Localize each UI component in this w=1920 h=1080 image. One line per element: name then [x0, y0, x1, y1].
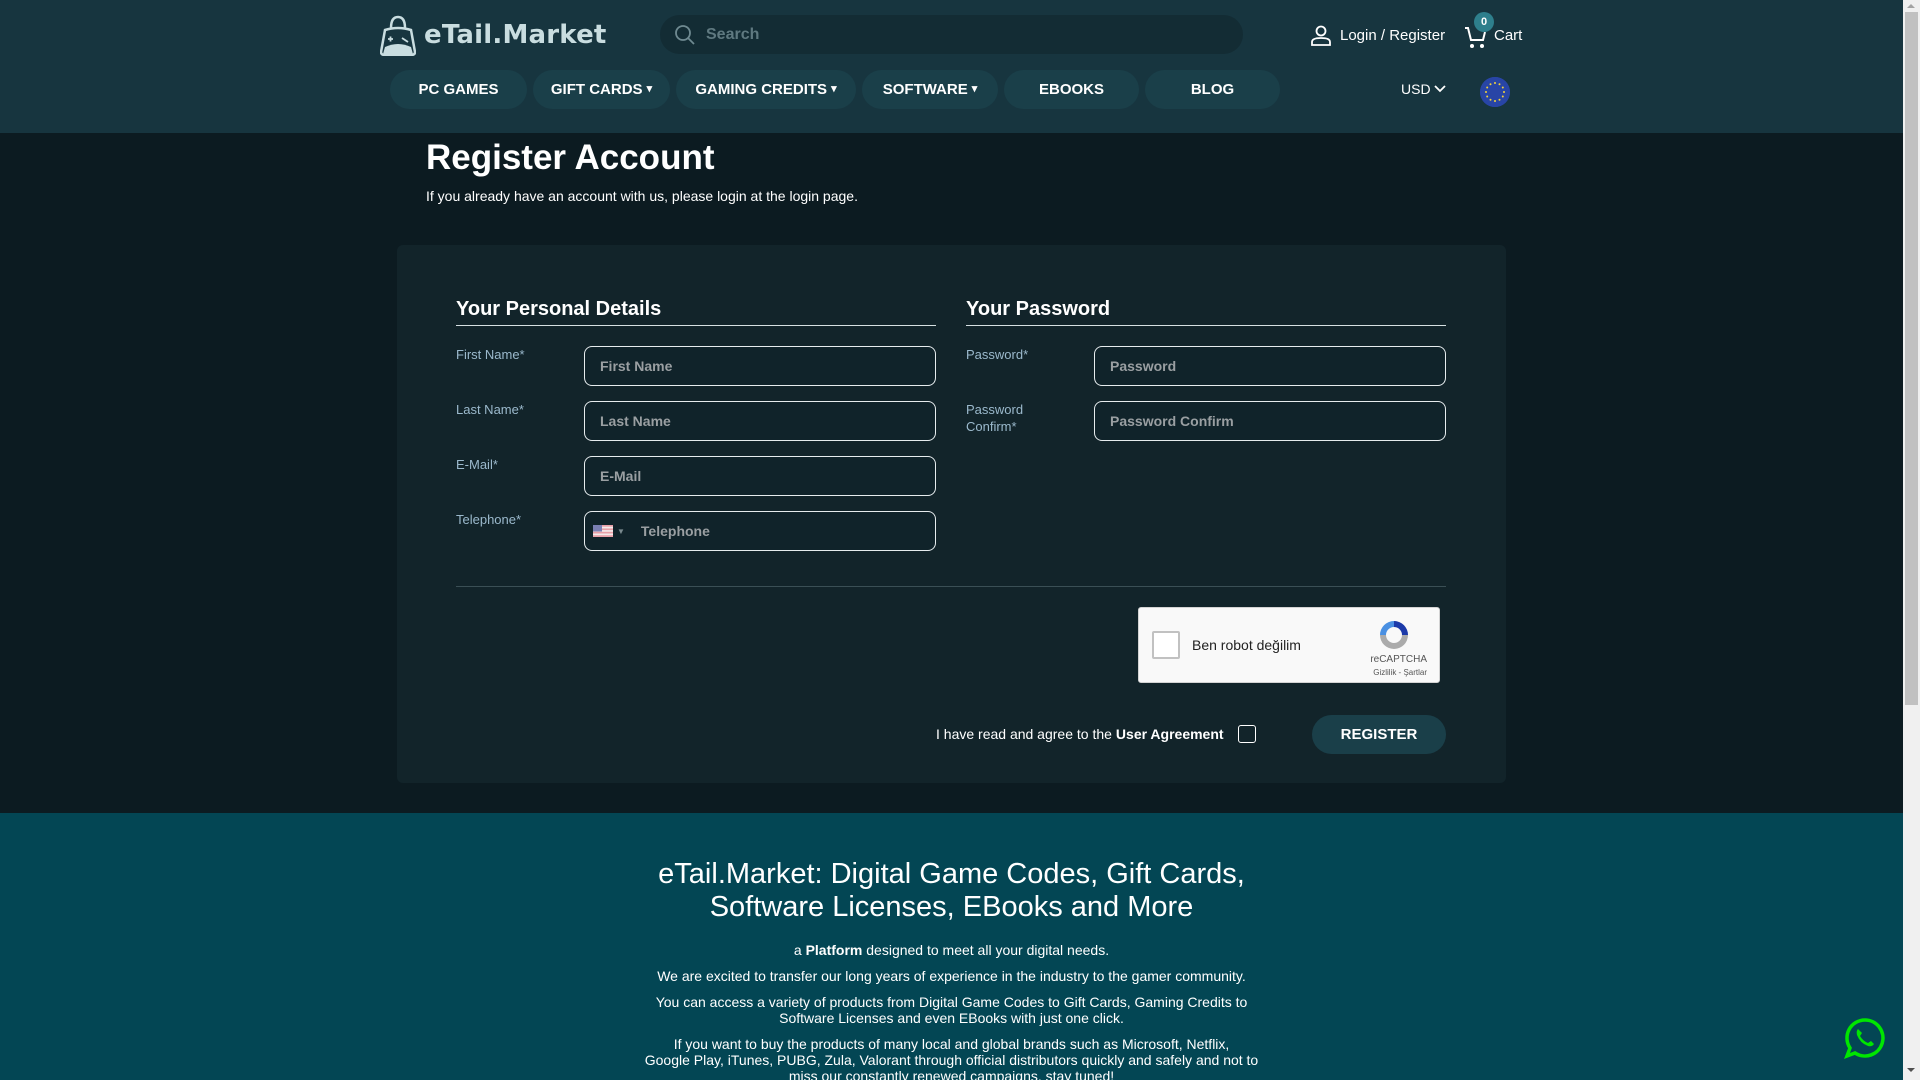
login-register-label: Login / Register	[1340, 26, 1446, 44]
main-nav: PC GAMES GIFT CARDS ▾ GAMING CREDITS ▾ S…	[390, 70, 1280, 109]
whatsapp-icon[interactable]	[1843, 1016, 1887, 1060]
password-confirm-field[interactable]	[1094, 401, 1446, 441]
nav-label: GAMING CREDITS	[695, 81, 828, 98]
last-name-label: Last Name*	[456, 402, 524, 417]
p3-line2: Google Play, iTunes, PUBG, Zula, Valoran…	[644, 1052, 1259, 1068]
user-agreement-link[interactable]: User Agreement	[1116, 726, 1224, 742]
password-confirm-label-line2: Confirm*	[966, 419, 1017, 434]
footer-heading: eTail.Market: Digital Game Codes, Gift C…	[0, 858, 1903, 924]
double-chevron-down-icon: ▾	[646, 83, 653, 95]
page-scrollbar[interactable]	[1903, 0, 1920, 1080]
recaptcha-privacy-terms-links[interactable]: Gizlilik - Şartlar	[1139, 668, 1439, 677]
nav-pc-games[interactable]: PC GAMES	[390, 70, 527, 109]
footer-heading-line2: Software Licenses, EBooks and More	[709, 891, 1194, 923]
telephone-field[interactable]: ▼	[584, 511, 936, 551]
recaptcha-brand: reCAPTCHA	[1370, 654, 1427, 665]
password-confirm-label: Password Confirm*	[966, 401, 1023, 435]
email-input[interactable]	[600, 468, 935, 484]
last-name-field[interactable]	[584, 401, 936, 441]
logo[interactable]: eTail.Market	[380, 14, 607, 56]
nav-software[interactable]: SOFTWARE ▾	[862, 70, 998, 109]
first-name-input[interactable]	[600, 358, 935, 374]
tagline-suffix: designed to meet all your digital needs.	[866, 942, 1110, 958]
caret-down-icon: ▼	[617, 526, 625, 536]
agreement-checkbox[interactable]	[1237, 725, 1256, 743]
cart-label: Cart	[1494, 26, 1523, 44]
first-name-label: First Name*	[456, 347, 525, 362]
last-name-input[interactable]	[600, 413, 935, 429]
telephone-label: Telephone*	[456, 512, 522, 527]
tagline-bold: Platform	[805, 942, 863, 958]
footer-paragraph-2: You can access a variety of products fro…	[0, 994, 1903, 1026]
nav-label: EBOOKS	[1038, 81, 1104, 98]
form-divider	[456, 586, 1446, 587]
password-label: Password*	[966, 347, 1029, 362]
password-confirm-label-line1: Password	[966, 402, 1024, 417]
double-chevron-down-icon: ▾	[971, 83, 978, 95]
nav-label: BLOG	[1190, 81, 1235, 98]
password-heading: Your Password	[966, 298, 1446, 326]
nav-blog[interactable]: BLOG	[1145, 70, 1280, 109]
footer-heading-line1: eTail.Market: Digital Game Codes, Gift C…	[658, 858, 1245, 890]
email-label: E-Mail*	[456, 457, 498, 472]
tagline-prefix: a	[793, 942, 802, 958]
recaptcha-logo-icon	[1380, 621, 1408, 649]
email-field[interactable]	[584, 456, 936, 496]
seo-footer: eTail.Market: Digital Game Codes, Gift C…	[0, 813, 1903, 1080]
scroll-up-arrow-icon[interactable]	[1907, 4, 1915, 8]
footer-tagline: a Platform designed to meet all your dig…	[0, 942, 1903, 958]
nav-label: PC GAMES	[418, 81, 499, 98]
us-flag-icon	[593, 525, 613, 537]
nav-gaming-credits[interactable]: GAMING CREDITS ▾	[676, 70, 856, 109]
recaptcha-label: Ben robot değilim	[1192, 637, 1301, 653]
first-name-field[interactable]	[584, 346, 936, 386]
search-bar[interactable]	[660, 15, 1243, 54]
nav-gift-cards[interactable]: GIFT CARDS ▾	[533, 70, 670, 109]
recaptcha-widget: Ben robot değilim reCAPTCHA Gizlilik - Ş…	[1138, 607, 1440, 683]
login-register-link[interactable]: Login / Register	[1310, 24, 1445, 46]
password-input[interactable]	[1110, 358, 1445, 374]
language-selector[interactable]	[1480, 77, 1510, 107]
footer-paragraph-3: If you want to buy the products of many …	[0, 1036, 1903, 1080]
register-button[interactable]: REGISTER	[1312, 715, 1446, 754]
chevron-down-icon	[1433, 85, 1446, 93]
eu-flag-icon	[1480, 77, 1510, 107]
password-confirm-input[interactable]	[1110, 413, 1445, 429]
search-icon	[675, 24, 695, 45]
scrollbar-thumb[interactable]	[1905, 12, 1918, 705]
currency-selector[interactable]: USD	[1401, 81, 1446, 97]
currency-label: USD	[1401, 81, 1431, 97]
cart-count-badge: 0	[1474, 12, 1494, 32]
double-chevron-down-icon: ▾	[831, 83, 837, 95]
p2-line2: Software Licenses and even EBooks with j…	[779, 1010, 1124, 1026]
p2-line1: You can access a variety of products fro…	[655, 994, 1248, 1010]
nav-ebooks[interactable]: EBOOKS	[1004, 70, 1139, 109]
p3-line3: miss our constantly renewed campaigns, s…	[788, 1068, 1115, 1080]
scroll-down-arrow-icon[interactable]	[1907, 1068, 1915, 1072]
personal-details-heading: Your Personal Details	[456, 298, 936, 326]
nav-label: GIFT CARDS	[550, 81, 643, 98]
telephone-input[interactable]	[640, 523, 935, 539]
agreement-text: I have read and agree to the	[936, 726, 1112, 742]
user-icon	[1311, 25, 1331, 46]
site-header: eTail.Market Login / Register 0 Cart PC …	[0, 0, 1903, 133]
search-input[interactable]	[706, 25, 1206, 44]
nav-label: SOFTWARE	[882, 81, 968, 98]
cart-link[interactable]: 0 Cart	[1464, 12, 1523, 48]
page-subtitle: If you already have an account with us, …	[426, 188, 858, 204]
user-agreement-row: I have read and agree to the User Agreem…	[936, 725, 1256, 743]
country-code-selector[interactable]: ▼	[593, 525, 641, 537]
page-title: Register Account	[426, 138, 715, 177]
p3-line1: If you want to buy the products of many …	[673, 1036, 1230, 1052]
footer-paragraph-1: We are excited to transfer our long year…	[657, 968, 1246, 984]
gamepad-bag-icon	[380, 15, 416, 56]
logo-text: eTail.Market	[424, 20, 607, 50]
password-field[interactable]	[1094, 346, 1446, 386]
